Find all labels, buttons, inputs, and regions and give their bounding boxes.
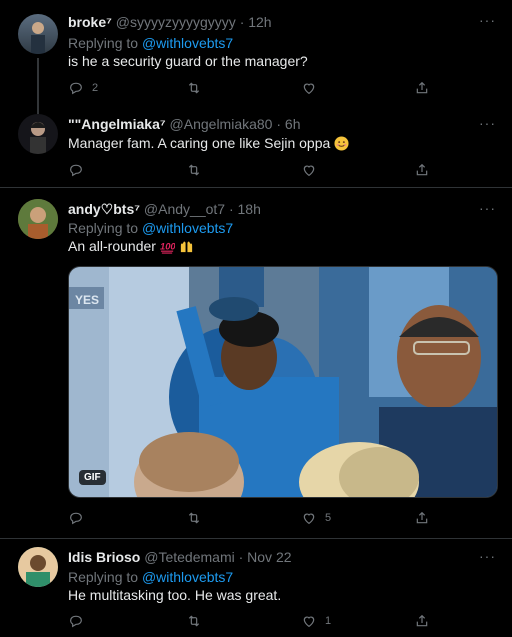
like-count: 1 [325,615,332,627]
like-button[interactable] [301,162,317,178]
share-icon [414,162,430,178]
avatar[interactable] [18,199,58,239]
retweet-icon [186,80,202,96]
timestamp[interactable]: · 12h [240,14,272,30]
replying-label: Replying to [68,569,139,585]
tweet-text: is he a security guard or the manager? [68,53,308,69]
more-icon[interactable]: ··· [479,12,496,28]
reply-icon [68,80,84,96]
user-handle[interactable]: @Andy__ot7 [144,201,225,217]
tweet-header: ""Angelmiaka⁷ @Angelmiaka80 · 6h [68,116,300,132]
share-icon [414,80,430,96]
tweet-header: Idis Brioso @Tetedemami · Nov 22 [68,549,292,565]
user-handle[interactable]: @Tetedemami [144,549,234,565]
avatar[interactable] [18,114,58,154]
tweet-text: An all-rounder 100 [68,238,194,254]
share-icon [414,510,430,526]
timestamp[interactable]: · Nov 22 [239,549,292,565]
smiling-face-emoji [334,136,349,151]
avatar[interactable] [18,547,58,587]
like-icon [301,80,317,96]
user-handle[interactable]: @Angelmiaka80 [170,116,273,132]
timestamp[interactable]: · 18h [229,201,261,217]
gif-image: YES [69,267,497,497]
reply-button[interactable] [68,613,84,629]
more-icon[interactable]: ··· [479,115,496,131]
retweet-button[interactable] [186,162,202,178]
thread-line [37,58,39,114]
action-bar: 5 [68,510,488,530]
like-icon [301,162,317,178]
mention-link[interactable]: @withlovebts7 [142,569,233,585]
display-name[interactable]: Idis Brioso [68,549,140,565]
retweet-button[interactable] [186,510,202,526]
svg-text:YES: YES [75,293,99,307]
like-icon [301,510,317,526]
action-bar: 1 [68,613,488,633]
display-name[interactable]: broke⁷ [68,14,112,30]
mention-link[interactable]: @withlovebts7 [142,220,233,236]
tweet-text-content: An all-rounder [68,238,156,254]
retweet-button[interactable] [186,613,202,629]
reply-button[interactable] [68,510,84,526]
retweet-icon [186,510,202,526]
share-button[interactable] [414,510,430,526]
tweet-text: Manager fam. A caring one like Sejin opp… [68,135,349,151]
retweet-icon [186,162,202,178]
divider [0,187,512,188]
mention-link[interactable]: @withlovebts7 [142,35,233,51]
gif-media[interactable]: YES GIF [68,266,498,498]
avatar[interactable] [18,14,58,54]
replying-to: Replying to @withlovebts7 [68,220,233,236]
tweet-header: andy♡bts⁷ @Andy__ot7 · 18h [68,201,261,218]
replying-to: Replying to @withlovebts7 [68,569,233,585]
tweet-text-content: Manager fam. A caring one like Sejin opp… [68,135,331,151]
tweet-text: He multitasking too. He was great. [68,587,282,603]
reply-count: 2 [92,82,99,94]
hundred-points-emoji: 100 [160,241,175,254]
action-bar: 2 [68,80,488,100]
like-icon [301,613,317,629]
share-button[interactable] [414,162,430,178]
share-icon [414,613,430,629]
retweet-icon [186,613,202,629]
like-button[interactable]: 5 [301,510,331,526]
retweet-button[interactable] [186,80,202,96]
raising-hands-emoji [180,241,192,253]
reply-icon [68,613,84,629]
more-icon[interactable]: ··· [479,200,496,216]
like-count: 5 [325,512,332,524]
replying-to: Replying to @withlovebts7 [68,35,233,51]
action-bar [68,162,488,182]
display-name[interactable]: ""Angelmiaka⁷ [68,116,166,132]
gif-badge: GIF [79,470,106,485]
user-handle[interactable]: @syyyyzyyyygyyyy [116,14,236,30]
reply-icon [68,162,84,178]
tweet-header: broke⁷ @syyyyzyyyygyyyy · 12h [68,14,272,30]
divider [0,538,512,539]
reply-button[interactable] [68,162,84,178]
replying-label: Replying to [68,220,139,236]
share-button[interactable] [414,613,430,629]
more-icon[interactable]: ··· [479,548,496,564]
timestamp[interactable]: · 6h [276,116,300,132]
reply-icon [68,510,84,526]
replying-label: Replying to [68,35,139,51]
like-button[interactable]: 1 [301,613,331,629]
svg-text:100: 100 [160,241,175,251]
like-button[interactable] [301,80,317,96]
share-button[interactable] [414,80,430,96]
display-name[interactable]: andy♡bts⁷ [68,201,140,217]
reply-button[interactable]: 2 [68,80,98,96]
